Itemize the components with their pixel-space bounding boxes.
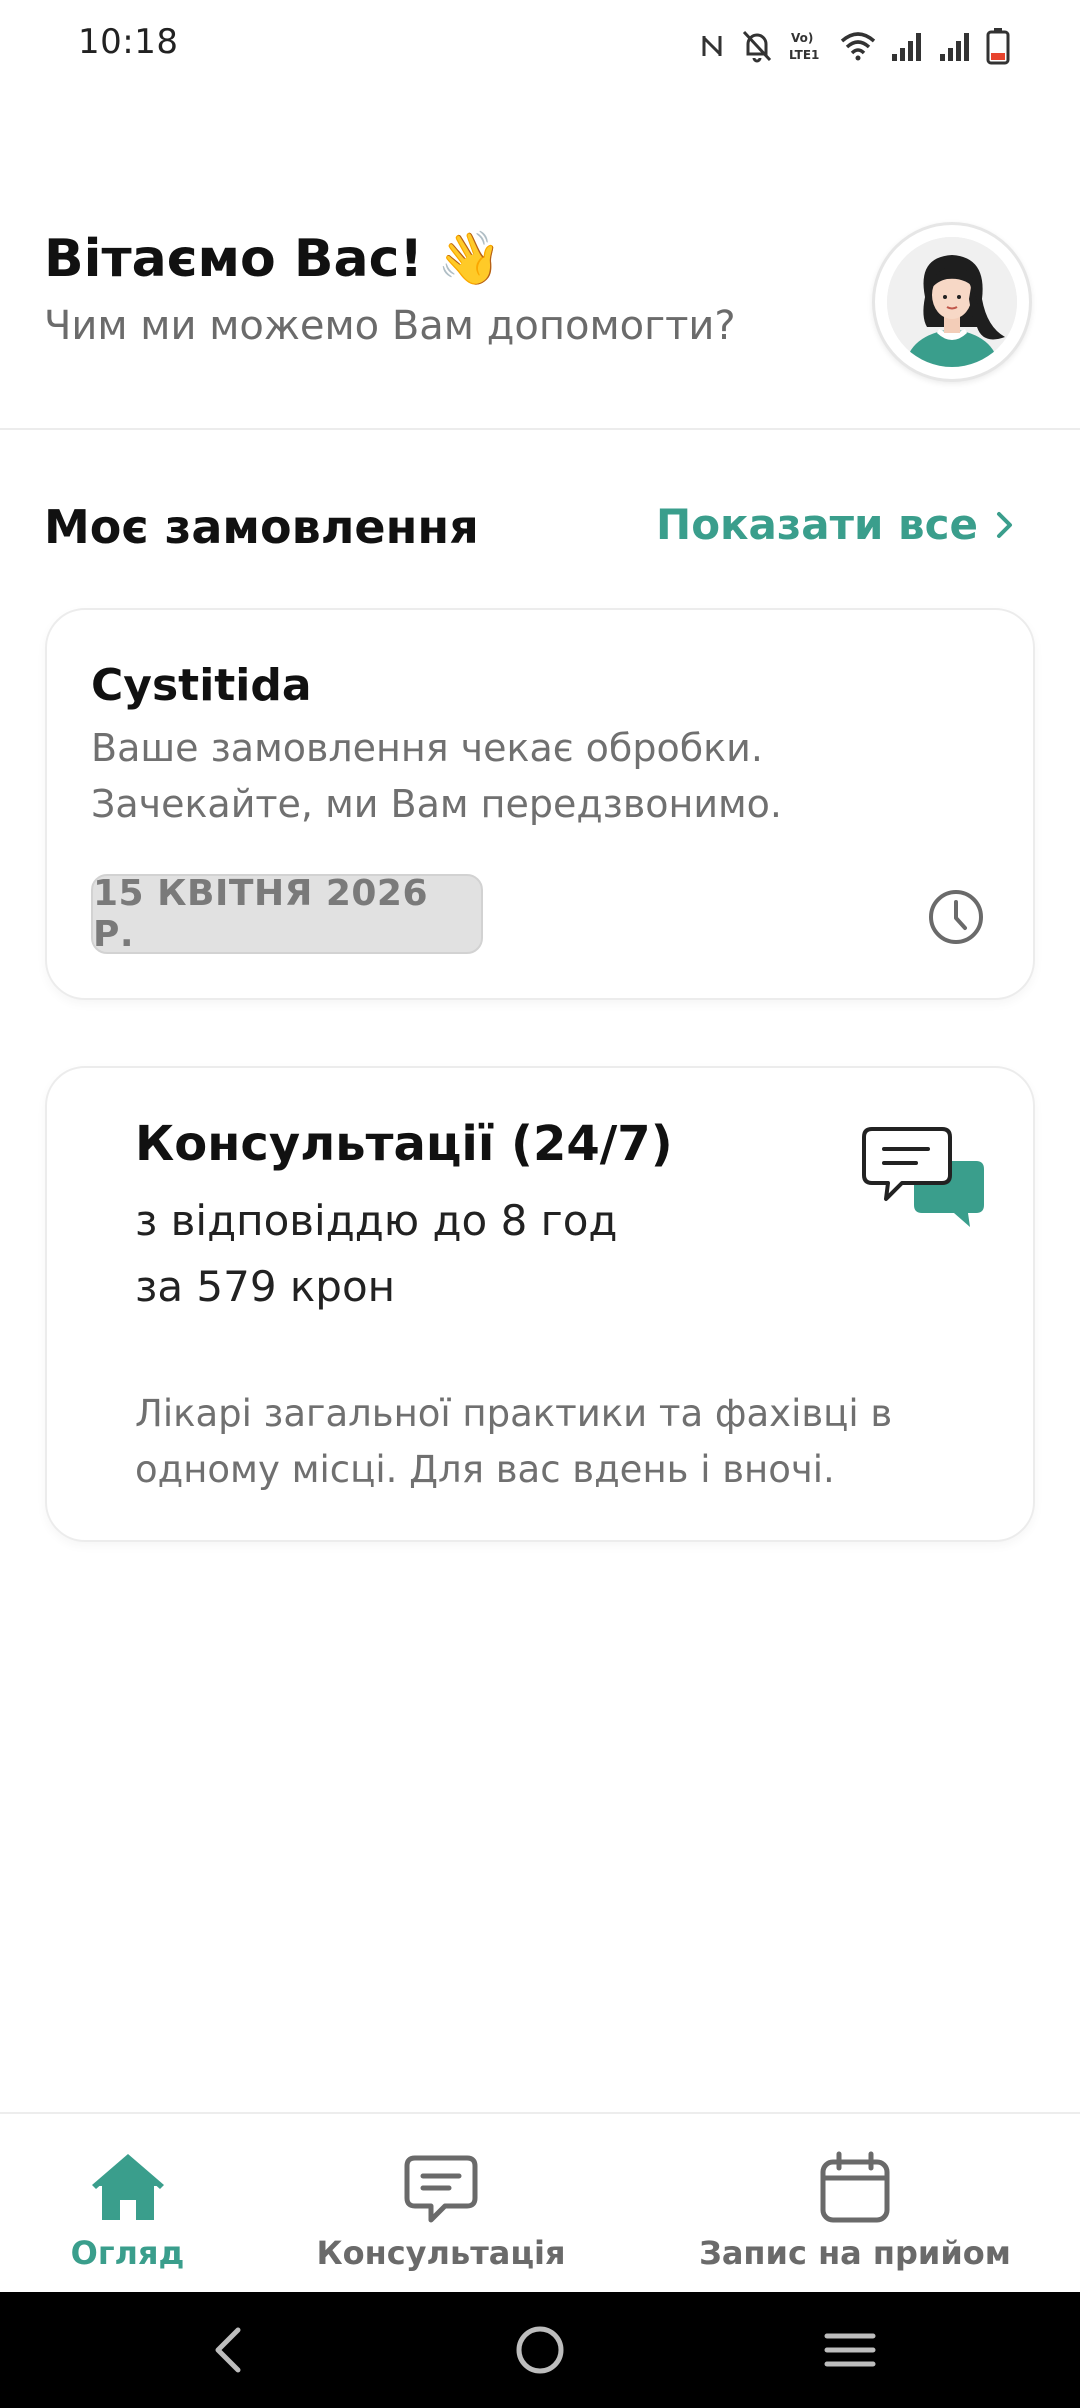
menu-icon bbox=[824, 2333, 876, 2367]
user-avatar[interactable] bbox=[872, 222, 1032, 382]
status-bar: 10:18 Vo) LTE1 bbox=[0, 0, 1080, 90]
svg-text:Vo): Vo) bbox=[791, 31, 813, 45]
system-home-button[interactable] bbox=[504, 2314, 576, 2386]
status-time: 10:18 bbox=[78, 22, 179, 62]
system-navigation-bar bbox=[0, 2292, 1080, 2408]
app-screen: 10:18 Vo) LTE1 Вітаємо Вас! 👋 Чим ми мож… bbox=[0, 0, 1080, 2408]
bell-off-icon bbox=[742, 30, 772, 63]
header-divider bbox=[0, 428, 1080, 430]
system-back-button[interactable] bbox=[192, 2314, 264, 2386]
nav-item-consultation[interactable]: Консультація bbox=[316, 2114, 566, 2294]
battery-icon bbox=[986, 28, 1010, 65]
signal-icon bbox=[940, 33, 969, 61]
order-title: Cystitida bbox=[91, 660, 312, 711]
consultation-description: Лікарі загальної практики та фахівці в о… bbox=[135, 1392, 893, 1491]
woman-avatar-icon bbox=[887, 237, 1017, 367]
home-icon bbox=[91, 2154, 164, 2220]
nav-label-consultation: Консультація bbox=[316, 2234, 566, 2272]
orders-section-title: Моє замовлення bbox=[44, 500, 479, 554]
consultation-card[interactable]: Консультації (24/7) з відповіддю до 8 го… bbox=[45, 1066, 1035, 1542]
bottom-navigation: Огляд Консультація Запис на прийом bbox=[0, 2112, 1080, 2292]
status-icons: Vo) LTE1 bbox=[700, 24, 1010, 68]
chat-bubbles-icon bbox=[862, 1127, 984, 1227]
chevron-right-icon bbox=[997, 511, 1012, 538]
svg-text:LTE1: LTE1 bbox=[789, 48, 819, 62]
nav-label-appointment: Запис на прийом bbox=[699, 2234, 1011, 2272]
consultation-title: Консультації (24/7) bbox=[135, 1116, 673, 1172]
chat-icon bbox=[404, 2155, 478, 2223]
waving-hand-icon: 👋 bbox=[437, 229, 502, 289]
clock-icon bbox=[929, 890, 983, 944]
system-menu-button[interactable] bbox=[814, 2314, 886, 2386]
volte-lte-icon: Vo) LTE1 bbox=[789, 31, 819, 62]
nfc-icon bbox=[702, 36, 722, 56]
greeting-text: Вітаємо Вас! bbox=[44, 228, 424, 289]
order-card[interactable]: Cystitida Ваше замовлення чекає обробки.… bbox=[45, 608, 1035, 1000]
show-all-label: Показати все bbox=[656, 500, 978, 549]
signal-icon bbox=[892, 33, 921, 61]
show-all-link[interactable]: Показати все bbox=[656, 500, 1016, 549]
order-description: Ваше замовлення чекає обробки. Зачекайте… bbox=[91, 726, 783, 826]
wifi-icon bbox=[840, 32, 876, 61]
order-date-badge: 15 КВІТНЯ 2026 Р. bbox=[91, 873, 483, 955]
nav-label-overview: Огляд bbox=[70, 2234, 185, 2272]
greeting-subtitle: Чим ми можемо Вам допомогти? bbox=[44, 303, 736, 349]
greeting: Вітаємо Вас! 👋 Чим ми можемо Вам допомог… bbox=[44, 228, 736, 350]
avatar-image bbox=[887, 237, 1017, 367]
nav-item-appointment[interactable]: Запис на прийом bbox=[699, 2114, 1011, 2294]
consultation-response-time: з відповіддю до 8 год bbox=[135, 1196, 618, 1245]
consultation-price: за 579 крон bbox=[135, 1262, 396, 1311]
nav-item-overview[interactable]: Огляд bbox=[60, 2114, 195, 2294]
calendar-icon bbox=[820, 2151, 890, 2223]
greeting-title: Вітаємо Вас! 👋 bbox=[44, 228, 736, 290]
back-icon bbox=[215, 2327, 241, 2373]
home-circle-icon bbox=[516, 2326, 564, 2374]
